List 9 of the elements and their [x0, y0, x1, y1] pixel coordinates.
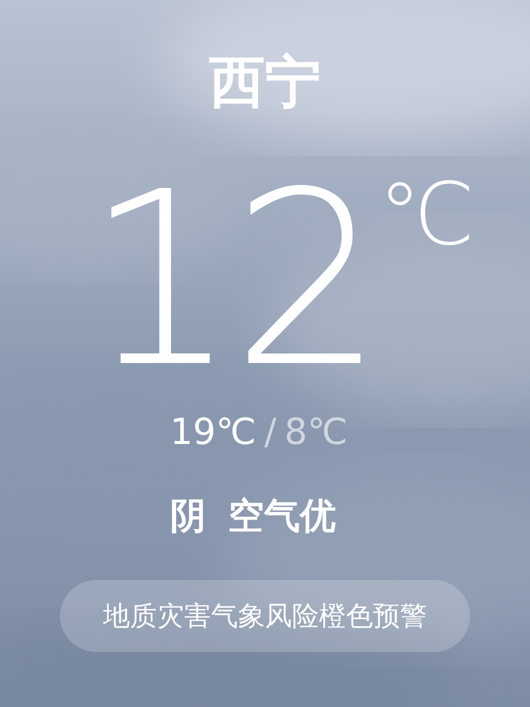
temperature-value: 12: [85, 180, 378, 380]
air-quality: 空气优: [228, 495, 336, 539]
weather-alert[interactable]: 地质灾害气象风险橙色预警: [60, 580, 470, 652]
temperature-unit: ℃: [378, 170, 475, 260]
high-temperature: 19℃: [170, 411, 256, 455]
weather-condition: 阴: [170, 495, 206, 539]
low-temperature: 8℃: [284, 411, 348, 455]
range-separator: /: [264, 411, 276, 455]
city-name: 西宁: [209, 49, 321, 117]
